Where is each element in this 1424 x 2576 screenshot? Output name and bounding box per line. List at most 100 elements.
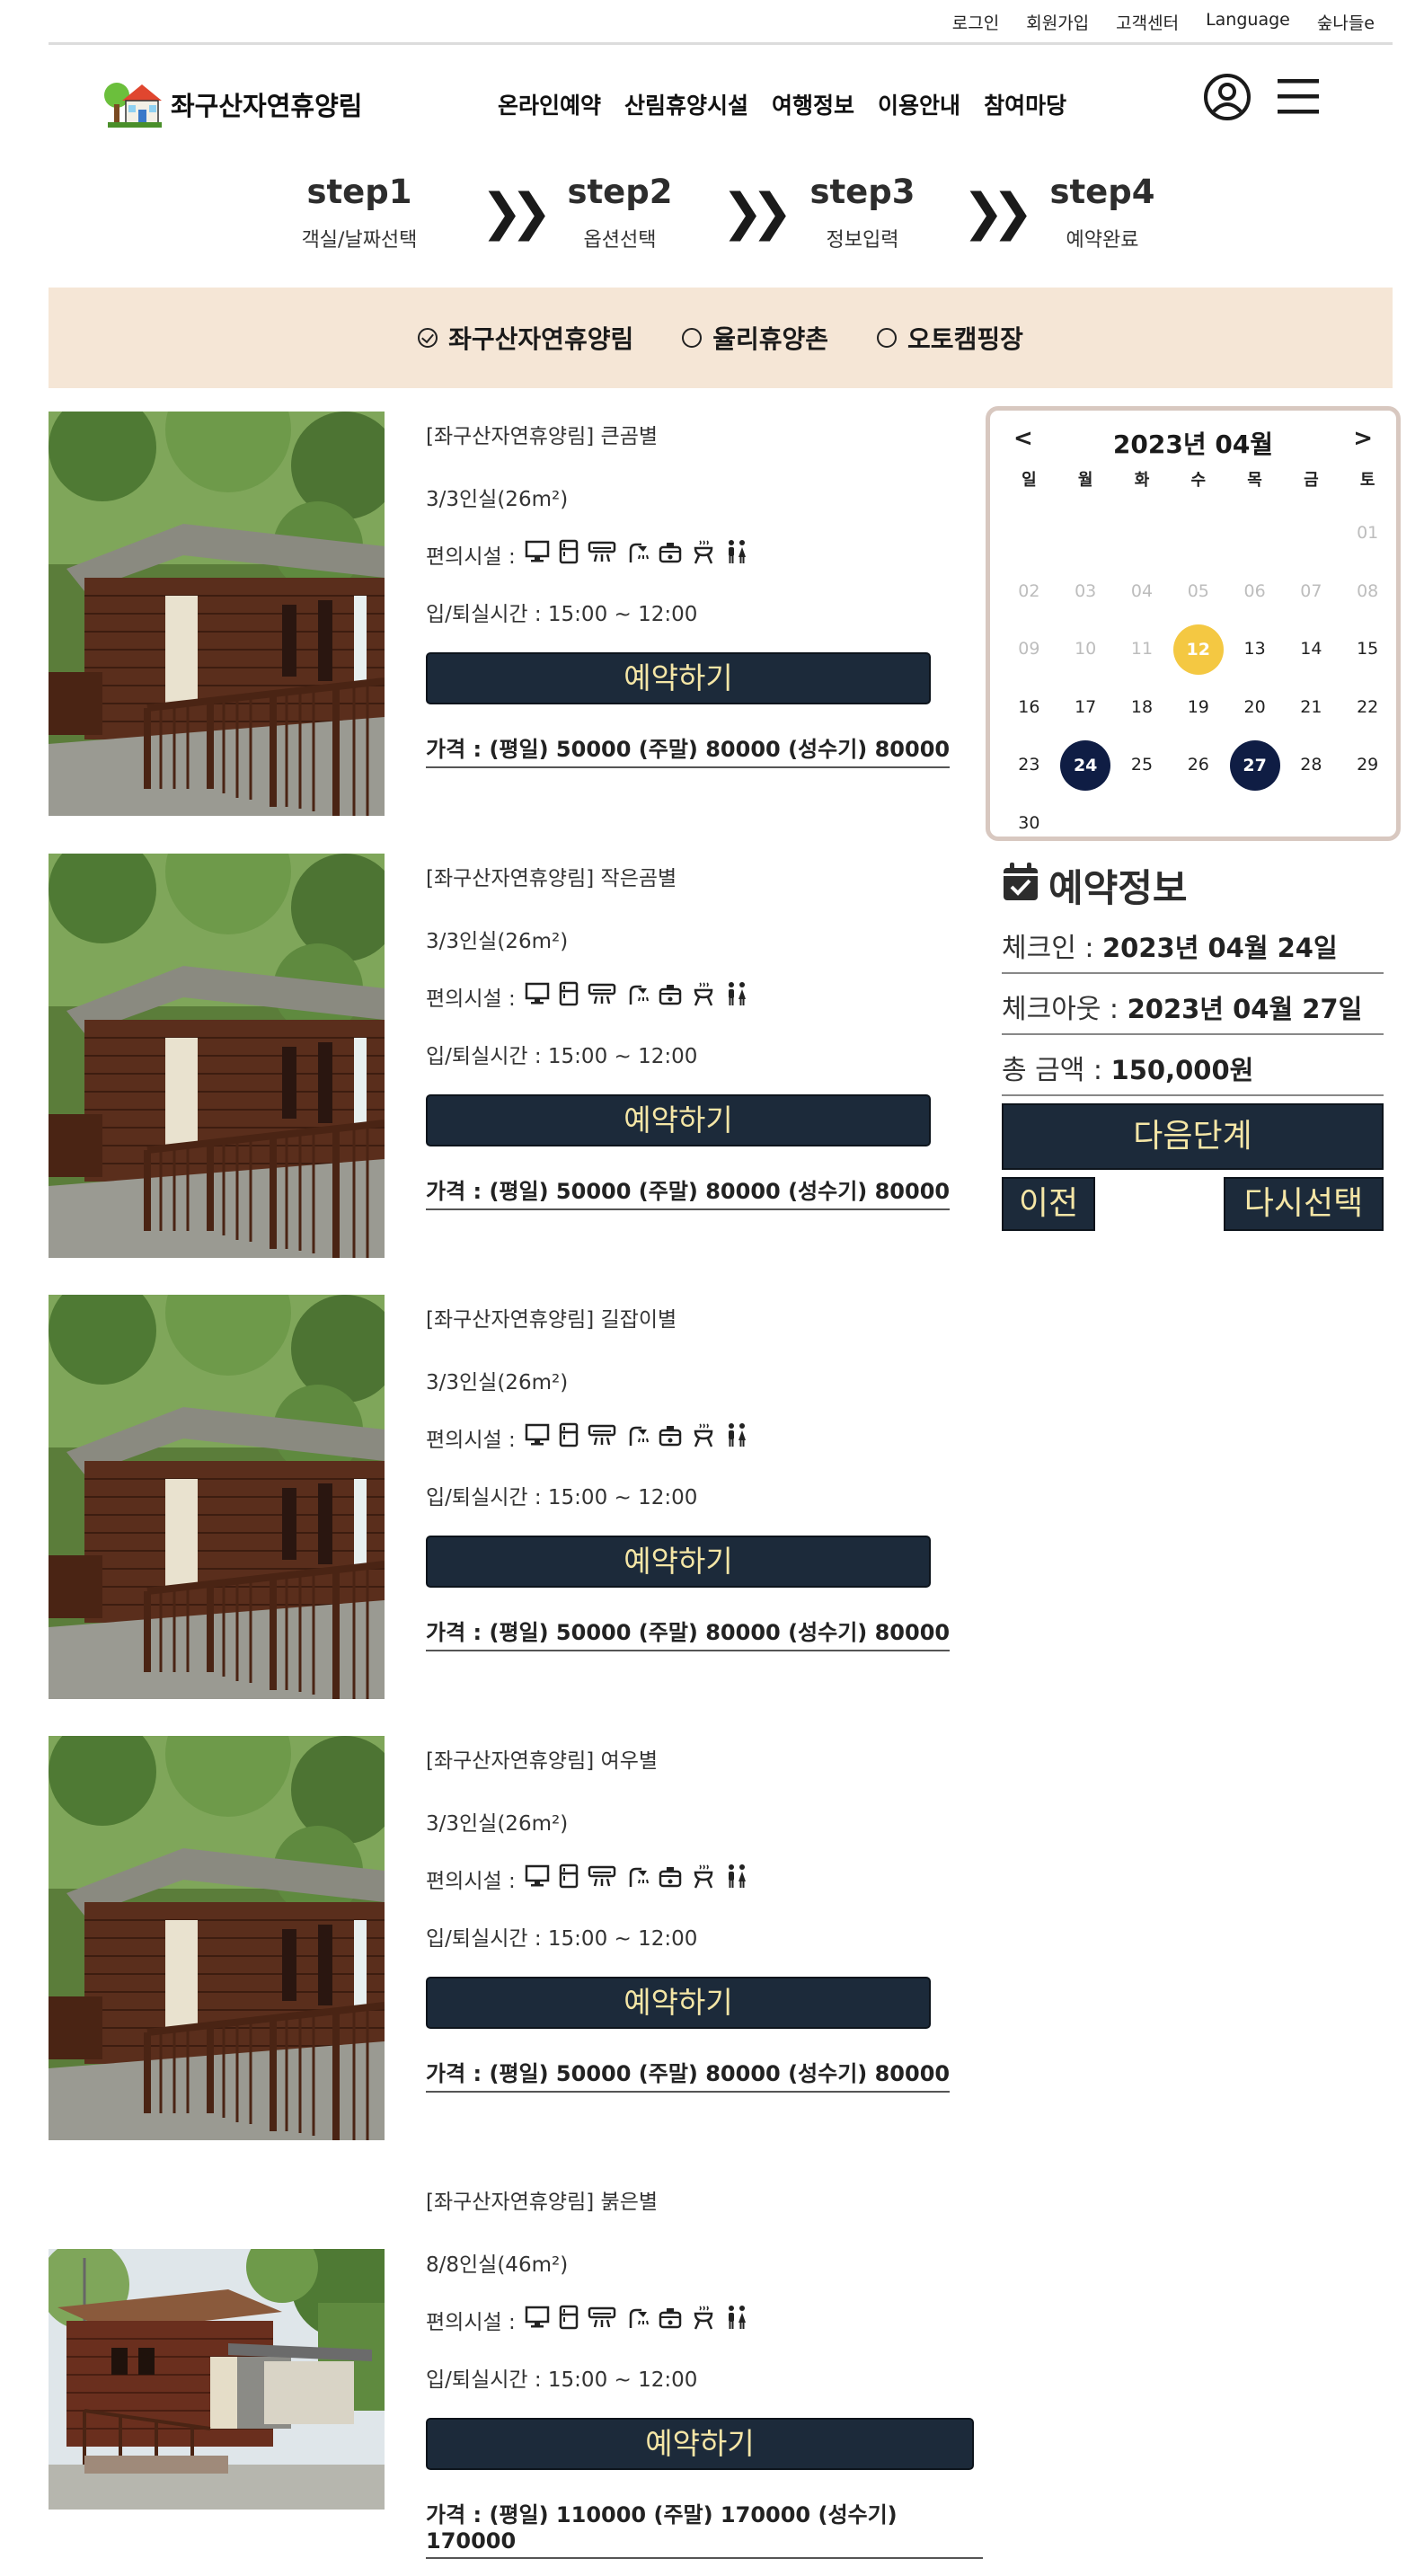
step-3: step3 정보입력 (764, 173, 961, 252)
bbq-grill-icon (692, 1863, 715, 1894)
calendar-month-title: 2023년 04월 (1112, 429, 1274, 459)
site-option-jwagusan[interactable]: 좌구산자연휴양림 (418, 320, 633, 356)
date-calendar: < 2023년 04월 > 일 월 화 수 목 금 토 01 02 03 04 05 06 07 08 09 1… (986, 406, 1401, 841)
nav-item-online-reservation[interactable]: 온라인예약 (498, 88, 601, 120)
nav-item-facilities[interactable]: 산림휴양시설 (624, 88, 748, 120)
shower-icon (625, 1422, 649, 1453)
calendar-next-button[interactable]: > (1353, 425, 1373, 452)
step-1: step1 객실/날짜선택 (261, 173, 458, 252)
step-title: step1 (306, 173, 412, 211)
calendar-day[interactable]: 29 (1340, 736, 1396, 794)
refrigerator-icon (559, 539, 579, 570)
step-2: step2 옵션선택 (521, 173, 719, 252)
calendar-day[interactable]: 18 (1114, 678, 1171, 737)
book-button[interactable]: 예약하기 (426, 1536, 931, 1588)
calendar-day[interactable]: 30 (1001, 794, 1057, 853)
book-button[interactable]: 예약하기 (426, 1977, 931, 2029)
next-step-button[interactable]: 다음단계 (1002, 1103, 1384, 1170)
site-header: 좌구산자연휴양림 온라인예약 산림휴양시설 여행정보 이용안내 참여마당 (49, 63, 1393, 144)
room-amenities: 편의시설 : (426, 1863, 983, 1894)
room-name: [좌구산자연휴양림] 길잡이별 (426, 1308, 677, 1332)
login-link[interactable]: 로그인 (952, 10, 999, 34)
calendar-day[interactable]: 27 (1226, 736, 1283, 794)
amenity-icons (525, 2305, 749, 2335)
checkin-row: 체크인 : 2023년 04월 24일 (1002, 925, 1384, 974)
signup-link[interactable]: 회원가입 (1026, 10, 1089, 34)
total-label: 총 금액 : (1002, 1055, 1102, 1086)
language-link[interactable]: Language (1206, 10, 1290, 34)
prev-button[interactable]: 이전 (1002, 1177, 1095, 1231)
hamburger-menu-icon[interactable] (1276, 77, 1321, 120)
calendar-day-today: 12 (1172, 624, 1224, 675)
calendar-day[interactable]: 22 (1340, 678, 1396, 737)
calendar-day: 07 (1300, 580, 1322, 601)
cooker-icon (658, 981, 683, 1012)
checkin-label: 체크인 : (1002, 933, 1094, 964)
total-row: 총 금액 : 150,000원 (1002, 1048, 1384, 1096)
calendar-day[interactable]: 19 (1170, 678, 1226, 737)
room-capacity: 3/3인실(26m²) (426, 1812, 569, 1836)
calendar-empty-cell (1114, 504, 1171, 562)
calendar-day[interactable]: 21 (1283, 678, 1340, 737)
nav-item-community[interactable]: 참여마당 (984, 88, 1066, 120)
tv-icon (525, 1423, 550, 1452)
room-capacity: 3/3인실(26m²) (426, 488, 569, 511)
room-photo (49, 854, 385, 1258)
calendar-day[interactable]: 13 (1226, 620, 1283, 678)
tv-icon (525, 540, 550, 569)
site-option-label: 오토캠핑장 (907, 324, 1023, 354)
calendar-day[interactable]: 28 (1283, 736, 1340, 794)
calendar-day[interactable]: 17 (1057, 678, 1114, 737)
user-account-icon[interactable] (1202, 72, 1252, 126)
customer-center-link[interactable]: 고객센터 (1116, 10, 1179, 34)
room-amenities: 편의시설 : (426, 2305, 983, 2335)
refrigerator-icon (559, 1863, 579, 1894)
calendar-day: 09 (1018, 639, 1040, 659)
site-option-yulli[interactable]: 율리휴양촌 (682, 320, 828, 356)
calendar-day[interactable]: 16 (1001, 678, 1057, 737)
tv-icon (525, 2306, 550, 2334)
secondary-buttons: 이전 다시선택 (1002, 1177, 1384, 1231)
room-amenities: 편의시설 : (426, 1422, 983, 1453)
site-option-label: 좌구산자연휴양림 (448, 324, 634, 354)
room-price: 가격 : (평일) 50000 (주말) 80000 (성수기) 80000 (426, 731, 951, 768)
bbq-grill-icon (692, 2305, 715, 2335)
room-card: [좌구산자연휴양림] 붉은별 8/8인실(46m²) 편의시설 : 입/퇴실시간… (49, 2177, 983, 2576)
tv-icon (525, 1864, 550, 1893)
book-button[interactable]: 예약하기 (426, 652, 931, 704)
nav-item-travel-info[interactable]: 여행정보 (772, 88, 854, 120)
room-name: [좌구산자연휴양림] 작은곰별 (426, 867, 677, 890)
calendar-grid: 일 월 화 수 목 금 토 01 02 03 04 05 06 07 08 09 10 11 12 13 14 15 16 1… (1001, 470, 1396, 852)
check-circle-icon (418, 328, 438, 348)
calendar-day[interactable]: 24 (1057, 736, 1114, 794)
calendar-day[interactable]: 26 (1170, 736, 1226, 794)
radio-circle-icon (682, 328, 703, 348)
calendar-weekday: 월 (1077, 471, 1093, 490)
book-button[interactable]: 예약하기 (426, 1094, 931, 1146)
calendar-day: 04 (1130, 580, 1154, 601)
room-card: [좌구산자연휴양림] 길잡이별 3/3인실(26m²) 편의시설 : 입/퇴실시… (49, 1295, 983, 1699)
tv-icon (525, 982, 550, 1011)
forest-link[interactable]: 숲나들e (1317, 10, 1375, 34)
checkout-value: 2023년 04월 27일 (1127, 994, 1363, 1024)
amenities-label: 편의시설 : (426, 545, 516, 569)
calendar-day[interactable]: 20 (1226, 678, 1283, 737)
book-button[interactable]: 예약하기 (426, 2418, 974, 2470)
nav-item-usage-guide[interactable]: 이용안내 (878, 88, 960, 120)
air-conditioner-icon (588, 982, 616, 1011)
calendar-day[interactable]: 14 (1283, 620, 1340, 678)
site-logo[interactable]: 좌구산자연휴양림 (102, 75, 362, 133)
header-icons (1202, 72, 1321, 126)
room-photo (49, 1295, 385, 1699)
calendar-day[interactable]: 23 (1001, 736, 1057, 794)
calendar-day[interactable]: 25 (1114, 736, 1171, 794)
restroom-icon (724, 1422, 749, 1453)
main-nav: 온라인예약 산림휴양시설 여행정보 이용안내 참여마당 (498, 88, 1066, 120)
reselect-button[interactable]: 다시선택 (1224, 1177, 1384, 1231)
site-option-autocamping[interactable]: 오토캠핑장 (877, 320, 1023, 356)
calendar-day[interactable]: 15 (1340, 620, 1396, 678)
utility-bar: 로그인 회원가입 고객센터 Language 숲나들e (49, 0, 1393, 45)
calendar-day: 10 (1075, 639, 1097, 659)
calendar-day[interactable]: 12 (1170, 620, 1226, 678)
air-conditioner-icon (588, 1864, 616, 1893)
